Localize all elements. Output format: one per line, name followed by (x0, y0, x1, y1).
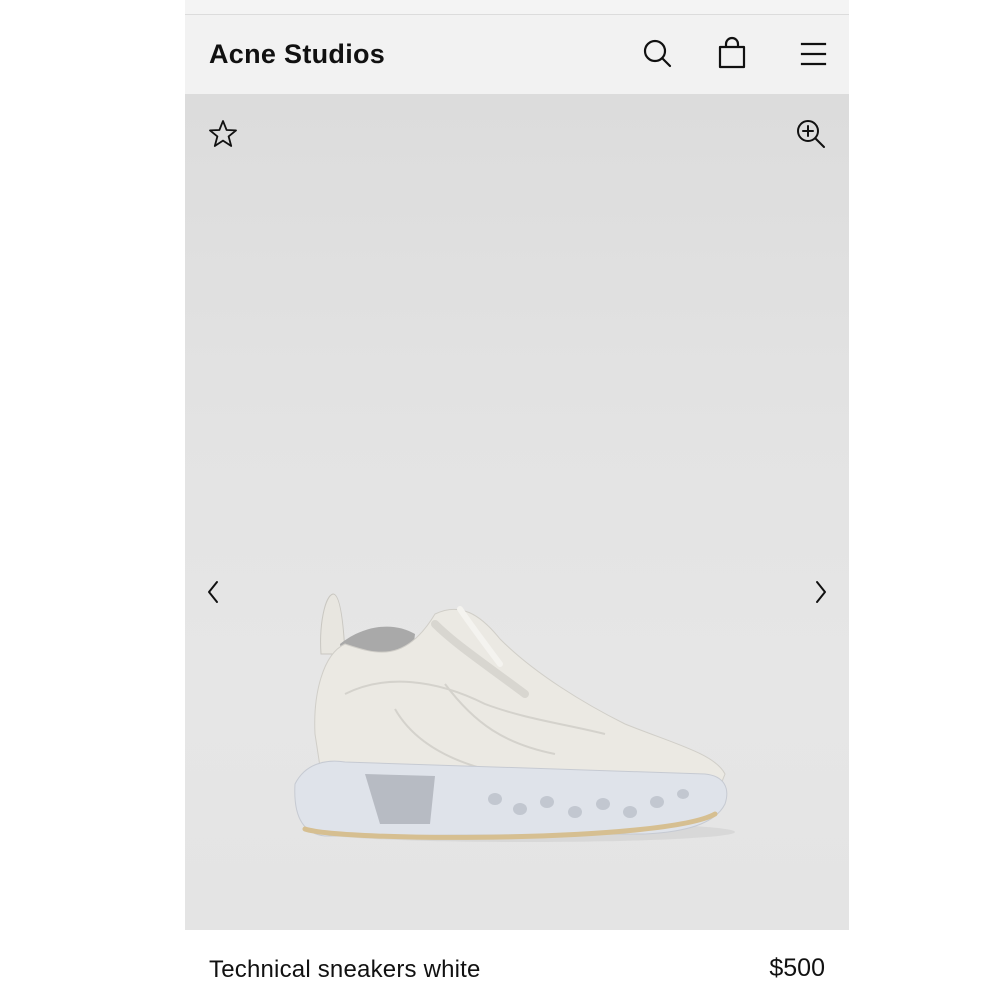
star-icon[interactable] (207, 118, 239, 150)
chevron-right-icon[interactable] (809, 578, 831, 606)
product-info: Technical sneakers white $500 (185, 930, 849, 1000)
product-price: $500 (769, 954, 825, 982)
sneaker-product-image (285, 584, 745, 854)
chevron-left-icon[interactable] (203, 578, 225, 606)
shopping-bag-icon[interactable] (715, 35, 749, 71)
hamburger-menu-icon[interactable] (797, 35, 831, 71)
page: Acne Studios Technical sneakers white $5… (0, 0, 1000, 1000)
product-name[interactable]: Technical sneakers white (209, 956, 481, 984)
zoom-in-icon[interactable] (795, 118, 827, 150)
mobile-viewport: Acne Studios Technical sneakers white $5… (185, 0, 849, 1000)
site-header: Acne Studios (185, 15, 849, 94)
status-bar (185, 0, 849, 15)
search-icon[interactable] (641, 35, 675, 71)
product-image-gallery[interactable] (185, 94, 849, 930)
brand-logo[interactable]: Acne Studios (209, 37, 385, 71)
